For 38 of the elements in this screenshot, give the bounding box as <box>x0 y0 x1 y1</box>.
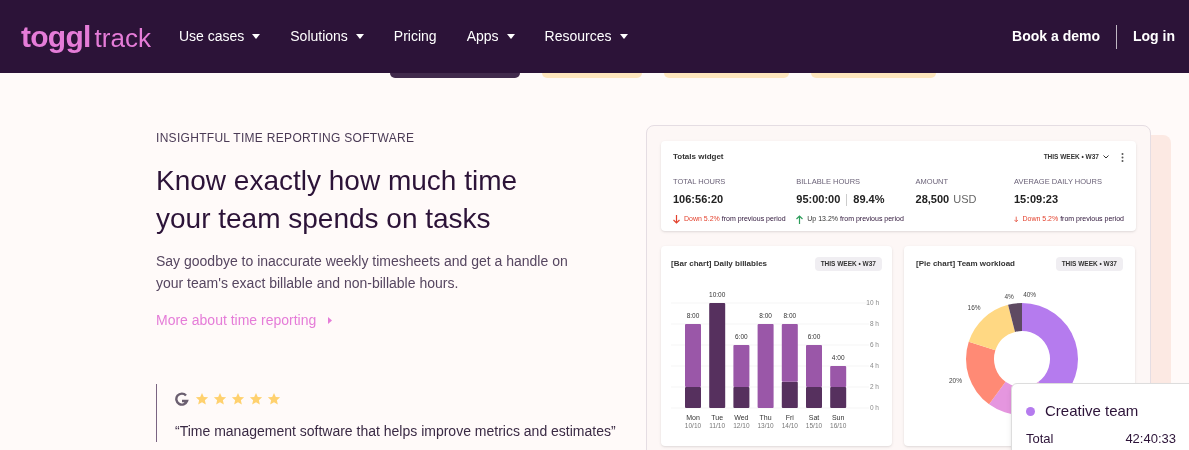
card-title: [Bar chart] Daily billables <box>671 257 768 270</box>
nav-link[interactable]: Apps <box>466 26 515 47</box>
card-title: [Pie chart] Team workload <box>916 257 1015 270</box>
arrow-up-icon <box>796 214 804 224</box>
nav-link[interactable]: Use cases <box>178 26 261 47</box>
chevron-down-icon <box>1103 155 1109 159</box>
g2-logo-icon <box>175 392 189 406</box>
book-demo-link[interactable]: Book a demo <box>1012 26 1116 47</box>
metric-value: 95:00:00 <box>796 192 841 208</box>
bar <box>830 386 847 408</box>
nav-link[interactable]: Resources <box>544 26 628 47</box>
metric-value: 15:09:23 <box>1014 192 1059 208</box>
bar <box>830 365 847 387</box>
caret-icon <box>252 34 261 39</box>
hero-heading: Know exactly how much time your team spends on tasks <box>156 164 519 236</box>
total-label: Total <box>1026 429 1054 448</box>
metric-unit: USD <box>953 192 977 208</box>
logo[interactable]: toggltrack <box>21 21 151 52</box>
nav-link[interactable]: Solutions <box>290 26 364 47</box>
card-title: Totals widget <box>673 151 724 163</box>
arrow-down-icon <box>673 214 680 224</box>
caret-icon <box>619 34 628 39</box>
review-quote: “Time management software that helps improve metrics and estimates” <box>175 422 617 441</box>
metric-percent: 89.4% <box>853 192 885 208</box>
caret-icon <box>506 34 515 39</box>
nav-link[interactable]: Pricing <box>393 26 437 47</box>
metric-value: 28,500 <box>915 192 950 208</box>
total-value: 42:40:33 <box>1125 429 1176 448</box>
team-name: Creative team <box>1045 401 1139 421</box>
chevron-right-icon <box>328 317 333 324</box>
arrow-down-icon <box>1014 214 1019 224</box>
login-link[interactable]: Log in <box>1117 26 1175 47</box>
category-pill[interactable] <box>390 73 520 78</box>
eyebrow-text: INSIGHTFUL TIME REPORTING SOFTWARE <box>156 130 416 147</box>
more-options-icon[interactable] <box>1121 152 1124 162</box>
metric-value: 106:56:20 <box>673 192 724 208</box>
caret-icon <box>355 34 364 39</box>
hero-paragraph: Say goodbye to inaccurate weekly timesheets and get a handle on your team's exact billable and non-billable hours. <box>156 252 569 293</box>
